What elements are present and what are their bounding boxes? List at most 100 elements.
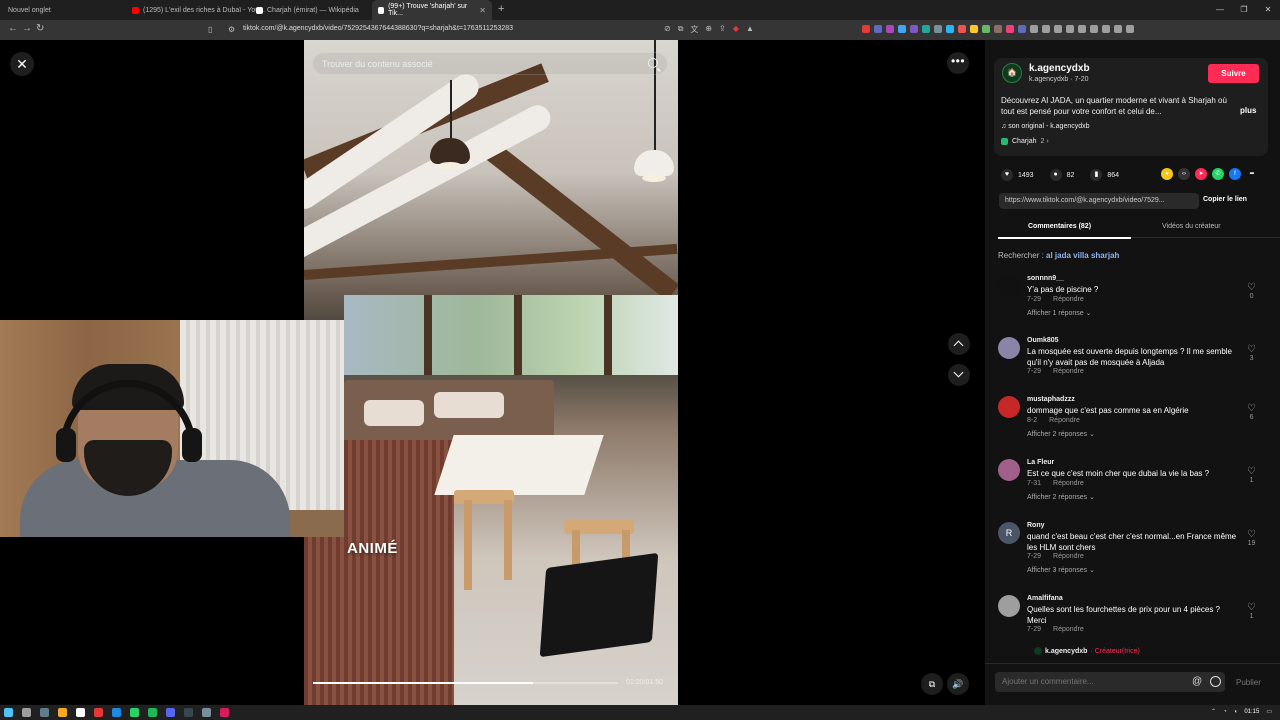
task-view-icon[interactable] — [40, 708, 49, 717]
follow-button[interactable]: Suivre — [1208, 64, 1259, 83]
back-icon[interactable]: ← — [8, 23, 18, 34]
comment-username[interactable]: mustaphadzzz — [1027, 396, 1075, 403]
extension-icon[interactable] — [1042, 25, 1050, 33]
comment-input[interactable] — [995, 672, 1225, 692]
embed-icon[interactable]: ‹› — [1178, 168, 1190, 180]
video-progress-bar[interactable] — [313, 682, 618, 684]
show-replies-button[interactable]: Afficher 3 réponses ⌄ — [1027, 566, 1095, 574]
network-icon[interactable]: ◔ — [1223, 709, 1227, 715]
comment-like[interactable]: ♡ 3 — [1247, 345, 1256, 363]
extension-icon[interactable] — [874, 25, 882, 33]
reply-button[interactable]: Répondre — [1053, 553, 1084, 560]
extension-icon[interactable] — [1030, 25, 1038, 33]
save-stat[interactable]: ▮ 864 — [1090, 169, 1119, 181]
speaker-icon[interactable]: ◖ — [1234, 709, 1238, 715]
coin-icon[interactable]: ● — [1161, 168, 1173, 180]
extension-icon[interactable] — [922, 25, 930, 33]
extension-icon[interactable] — [910, 25, 918, 33]
comment-username[interactable]: Rony — [1027, 522, 1045, 529]
extension-icon[interactable] — [1006, 25, 1014, 33]
taskbar-clock[interactable]: 01:15 — [1244, 709, 1259, 715]
comment-avatar[interactable] — [998, 595, 1020, 617]
maximize-icon[interactable]: ❐ — [1232, 0, 1256, 20]
comment-like[interactable]: ♡ 6 — [1247, 404, 1256, 422]
site-info-icon[interactable]: ⚙ — [228, 25, 235, 34]
volume-button[interactable]: 🔊 — [947, 673, 969, 695]
copy-link-button[interactable]: Copier le lien — [1203, 196, 1247, 203]
discord-icon[interactable] — [166, 708, 175, 717]
comment-avatar[interactable] — [998, 459, 1020, 481]
more-options-button[interactable]: ••• — [947, 52, 969, 74]
comment-avatar[interactable] — [998, 396, 1020, 418]
app-icon[interactable] — [112, 708, 121, 717]
location-chip[interactable]: Charjah 2 › — [1001, 138, 1049, 145]
extension-icon[interactable] — [1054, 25, 1062, 33]
creator-reply-preview[interactable]: k.agencydxb · Créateur(trice) — [1034, 647, 1140, 655]
creator-name[interactable]: k.agencydxb — [1029, 63, 1090, 74]
related-search-bar[interactable]: Trouver du contenu associé — [312, 52, 668, 75]
related-search-suggestion[interactable]: Rechercher : al jada villa sharjah — [998, 251, 1119, 260]
comment-username[interactable]: La Fleur — [1027, 459, 1054, 466]
comment-avatar[interactable] — [998, 275, 1020, 297]
video-link-field[interactable]: https://www.tiktok.com/@k.agencydxb/vide… — [999, 193, 1199, 209]
music-link[interactable]: ♫ son original - k.agencydxb — [1001, 123, 1090, 130]
tab-tiktok[interactable]: (99+) Trouve 'sharjah' sur Tik... ✕ — [372, 0, 492, 20]
translate-icon[interactable]: 文 — [690, 24, 698, 35]
tab-wikipedia[interactable]: Charjah (émirat) — Wikipédia — [250, 0, 365, 20]
extension-icon[interactable] — [994, 25, 1002, 33]
comment-stat[interactable]: ● 82 — [1049, 169, 1074, 181]
tab-creator-videos[interactable]: Vidéos du créateur — [1162, 223, 1221, 230]
reload-icon[interactable]: ↻ — [36, 23, 44, 34]
mention-icon[interactable]: @ — [1192, 676, 1202, 687]
shield-icon[interactable]: ◆ — [733, 24, 739, 35]
extension-icon[interactable] — [1066, 25, 1074, 33]
close-window-icon[interactable]: ✕ — [1256, 0, 1280, 20]
comment-avatar[interactable] — [998, 337, 1020, 359]
bookmark-icon[interactable]: ▯ — [208, 25, 212, 34]
file-explorer-icon[interactable] — [58, 708, 67, 717]
notepad-icon[interactable] — [76, 708, 85, 717]
browser-icon[interactable] — [94, 708, 103, 717]
mini-player-button[interactable]: ⧉ — [921, 673, 943, 695]
show-replies-button[interactable]: Afficher 2 réponses ⌄ — [1027, 493, 1095, 501]
next-video-button[interactable] — [948, 364, 970, 386]
previous-video-button[interactable] — [948, 333, 970, 355]
creator-avatar[interactable]: 🏠 — [1002, 63, 1022, 83]
share-page-icon[interactable]: ⇪ — [719, 24, 726, 35]
facebook-icon[interactable]: f — [1229, 168, 1241, 180]
extension-icon[interactable] — [934, 25, 942, 33]
search-icon[interactable] — [22, 708, 31, 717]
comment-username[interactable]: sonnnn9__ — [1027, 275, 1064, 282]
obs-icon[interactable] — [184, 708, 193, 717]
windows-start-icon[interactable] — [4, 708, 13, 717]
minimize-icon[interactable]: — — [1208, 0, 1232, 20]
send-icon[interactable]: ➤ — [1195, 168, 1207, 180]
extension-icon[interactable] — [1078, 25, 1086, 33]
extension-icon[interactable] — [1090, 25, 1098, 33]
zoom-icon[interactable]: ⊕ — [705, 24, 712, 35]
close-player-button[interactable]: ✕ — [10, 52, 34, 76]
comment-avatar[interactable]: R — [998, 522, 1020, 544]
tray-chevron-icon[interactable]: ⌃ — [1211, 708, 1216, 715]
forward-icon[interactable]: → — [22, 23, 32, 34]
app-icon[interactable] — [202, 708, 211, 717]
publish-button[interactable]: Publier — [1236, 678, 1261, 687]
search-icon[interactable] — [648, 58, 658, 68]
comment-like[interactable]: ♡ 1 — [1247, 603, 1256, 621]
open-icon[interactable]: ⧉ — [678, 24, 684, 35]
like-stat[interactable]: ♥ 1493 — [1001, 169, 1034, 181]
tab-new[interactable]: Nouvel onglet — [2, 0, 57, 20]
app-icon[interactable] — [220, 708, 229, 717]
extension-icon[interactable] — [958, 25, 966, 33]
whatsapp-icon[interactable]: ✆ — [1212, 168, 1224, 180]
tab-close-icon[interactable]: ✕ — [479, 6, 486, 15]
tab-comments[interactable]: Commentaires (82) — [1028, 223, 1091, 230]
reply-button[interactable]: Répondre — [1053, 480, 1084, 487]
show-replies-button[interactable]: Afficher 2 réponses ⌄ — [1027, 430, 1095, 438]
cast-icon[interactable]: ⊘ — [664, 24, 671, 35]
spotify-icon[interactable] — [148, 708, 157, 717]
alert-icon[interactable]: ▲ — [746, 24, 754, 35]
extension-icon[interactable] — [946, 25, 954, 33]
extension-icon[interactable] — [982, 25, 990, 33]
extension-icon[interactable] — [1018, 25, 1026, 33]
